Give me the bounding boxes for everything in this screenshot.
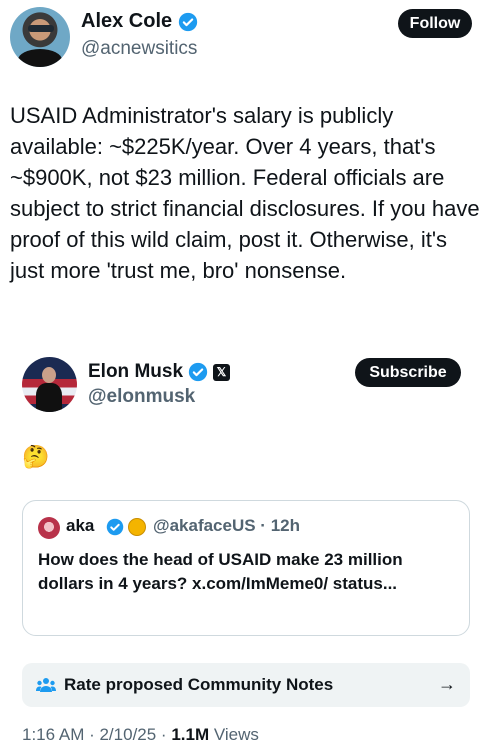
arrow-right-icon[interactable]: → [438,675,456,693]
views-label: Views [209,725,259,744]
post-text: USAID Administrator's salary is publicly… [10,103,480,283]
author-name[interactable]: Alex Cole [81,10,172,33]
follow-button[interactable]: Follow [398,9,472,38]
quoted-author-name[interactable]: aka [66,516,94,536]
reply-author-handle[interactable]: @elonmusk [88,386,195,408]
reply-text: 🤔 [22,444,50,469]
author-name-row[interactable]: Alex Cole [81,10,198,33]
post-timestamp[interactable]: 1:16 AM · 2/10/25 · [22,725,171,744]
quoted-author-handle[interactable]: @akafaceUS · 12h [153,516,300,536]
verified-badge-icon [106,518,124,536]
post-meta: 1:16 AM · 2/10/25 · 1.1M Views [22,725,259,745]
community-notes-label[interactable]: Rate proposed Community Notes [64,675,333,695]
reply-author-name-row[interactable]: Elon Musk 𝕏 [88,361,231,383]
quoted-author-avatar[interactable] [38,517,60,539]
verified-badge-icon [188,362,208,382]
x-logo-icon: 𝕏 [213,363,231,381]
people-icon [36,678,56,692]
subscribe-button[interactable]: Subscribe [355,358,461,387]
quoted-post-text: How does the head of USAID make 23 milli… [38,550,403,593]
reply-author-avatar[interactable] [22,357,77,412]
gold-badge-icon [128,518,146,536]
reply-author-name[interactable]: Elon Musk [88,361,183,383]
verified-badge-icon [178,12,198,31]
author-handle[interactable]: @acnewsitics [81,38,197,60]
author-avatar[interactable] [10,7,70,67]
views-count: 1.1M [171,725,210,744]
